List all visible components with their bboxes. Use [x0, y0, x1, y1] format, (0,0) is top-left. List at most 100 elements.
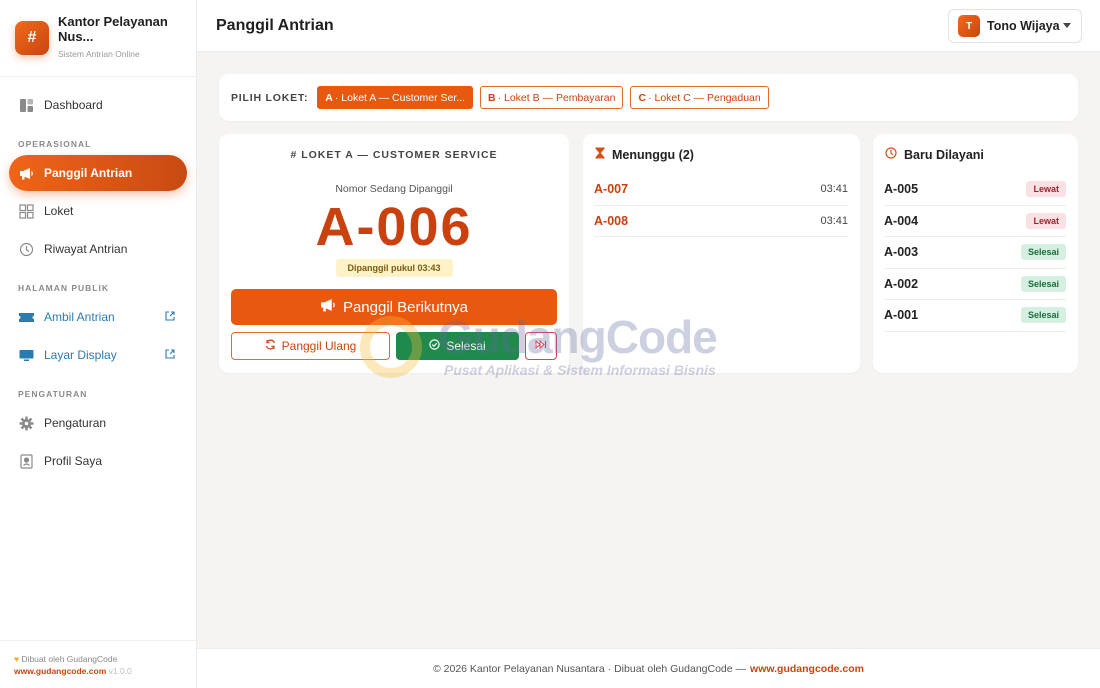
avatar: T	[958, 15, 980, 37]
ticket-code: A-002	[884, 276, 919, 291]
ticket-code: A-008	[594, 213, 629, 228]
topbar: Panggil Antrian T Tono Wijaya	[197, 0, 1100, 52]
brand-subtitle: Sistem Antrian Online	[58, 49, 140, 59]
ticket-time: 03:41	[820, 214, 848, 227]
ticket-code: A-001	[884, 308, 919, 323]
counter-chip-c[interactable]: C · Loket C — Pengaduan	[630, 86, 769, 109]
call-actions: Panggil Ulang Selesai	[231, 332, 557, 360]
sidebar-item-dashboard[interactable]: Dashboard	[9, 87, 187, 123]
dashboard-icon	[18, 97, 34, 113]
sidebar-item-label: Panggil Antrian	[44, 166, 133, 180]
brand-logo: #	[15, 21, 49, 55]
counter-heading: # LOKET A — CUSTOMER SERVICE	[290, 149, 498, 161]
counter-chip-b[interactable]: B · Loket B — Pembayaran	[480, 86, 624, 109]
ticket-icon	[18, 309, 34, 325]
ticket-code: A-004	[884, 213, 919, 228]
grid-icon	[18, 203, 34, 219]
done-button[interactable]: Selesai	[396, 332, 519, 360]
sidebar-nav: Dashboard OPERASIONAL Panggil Antrian Lo…	[0, 77, 196, 479]
counter-chip-label: · Loket C — Pengaduan	[648, 91, 761, 104]
status-badge: Lewat	[1026, 212, 1066, 229]
recall-label: Panggil Ulang	[281, 339, 357, 353]
hourglass-icon	[595, 147, 605, 162]
sidebar-footer-credit: Dibuat oleh GudangCode	[21, 654, 118, 664]
served-title-text: Baru Dilayani	[904, 147, 984, 162]
served-list: A-005 Lewat A-004 Lewat A-003 Selesai A-…	[884, 174, 1066, 332]
counter-chip-a[interactable]: A · Loket A — Customer Ser...	[317, 86, 473, 109]
list-item: A-001 Selesai	[884, 300, 1066, 332]
counter-chip-label: · Loket A — Customer Ser...	[334, 91, 465, 104]
counter-chip-code: A	[325, 91, 333, 104]
list-item: A-007 03:41	[594, 174, 848, 206]
status-badge: Selesai	[1020, 275, 1066, 292]
ticket-code: A-003	[884, 245, 919, 260]
clock-icon	[885, 147, 897, 162]
sidebar-item-label: Loket	[44, 204, 74, 218]
nav-section-publik: HALAMAN PUBLIK	[18, 283, 109, 293]
sidebar-item-label: Layar Display	[44, 348, 117, 362]
megaphone-icon	[18, 165, 34, 181]
history-icon	[18, 241, 34, 257]
list-item: A-004 Lewat	[884, 206, 1066, 237]
sidebar-item-label: Ambil Antrian	[44, 310, 115, 324]
counter-chip-label: · Loket B — Pembayaran	[497, 91, 616, 104]
sidebar: # Kantor Pelayanan Nus... Sistem Antrian…	[0, 0, 197, 688]
done-label: Selesai	[446, 339, 486, 353]
current-number-label: Nomor Sedang Dipanggil	[335, 183, 453, 195]
skip-button[interactable]	[525, 332, 557, 360]
list-item: A-003 Selesai	[884, 237, 1066, 269]
sidebar-item-riwayat[interactable]: Riwayat Antrian	[9, 231, 187, 267]
call-next-button[interactable]: Panggil Berikutnya	[231, 289, 557, 325]
footer-link[interactable]: www.gudangcode.com	[750, 663, 864, 675]
recall-button[interactable]: Panggil Ulang	[231, 332, 390, 360]
user-menu-button[interactable]: T Tono Wijaya	[948, 9, 1082, 43]
list-item: A-002 Selesai	[884, 269, 1066, 300]
sidebar-footer-link[interactable]: www.gudangcode.com	[14, 666, 106, 676]
check-circle-icon	[429, 339, 441, 353]
status-badge: Lewat	[1026, 181, 1066, 198]
waiting-panel: Menunggu (2) A-007 03:41 A-008 03:41	[583, 134, 860, 373]
waiting-list: A-007 03:41 A-008 03:41	[594, 174, 848, 237]
status-badge: Selesai	[1020, 307, 1066, 324]
status-badge: Selesai	[1020, 244, 1066, 261]
profile-icon	[18, 453, 34, 469]
list-item: A-005 Lewat	[884, 174, 1066, 206]
brand: # Kantor Pelayanan Nus... Sistem Antrian…	[0, 0, 196, 77]
nav-section-pengaturan: PENGATURAN	[18, 389, 88, 399]
sidebar-item-label: Pengaturan	[44, 416, 107, 430]
user-name: Tono Wijaya	[987, 19, 1060, 33]
sidebar-item-loket[interactable]: Loket	[9, 193, 187, 229]
sidebar-item-label: Dashboard	[44, 98, 103, 112]
app-version: v1.0.0	[108, 666, 132, 676]
sidebar-item-profil[interactable]: Profil Saya	[9, 443, 187, 479]
served-panel: Baru Dilayani A-005 Lewat A-004 Lewat A-…	[873, 134, 1078, 373]
gear-icon	[18, 415, 34, 431]
ticket-code: A-007	[594, 182, 629, 197]
footer-text: © 2026 Kantor Pelayanan Nusantara · Dibu…	[433, 662, 747, 675]
brand-title: Kantor Pelayanan Nus...	[58, 14, 168, 44]
sidebar-item-pengaturan[interactable]: Pengaturan	[9, 405, 187, 441]
call-panel: # LOKET A — CUSTOMER SERVICE Nomor Sedan…	[219, 134, 569, 373]
list-item: A-008 03:41	[594, 206, 848, 237]
chevron-down-icon	[1063, 23, 1071, 28]
current-number: A-006	[315, 197, 473, 257]
megaphone-icon	[320, 298, 336, 316]
page-footer: © 2026 Kantor Pelayanan Nusantara · Dibu…	[197, 648, 1100, 688]
counter-picker: PILIH LOKET: A · Loket A — Customer Ser..…	[219, 74, 1078, 121]
monitor-icon	[18, 347, 34, 363]
sidebar-item-ambil-antrian[interactable]: Ambil Antrian	[9, 299, 187, 335]
external-link-icon	[165, 310, 175, 324]
counter-picker-label: PILIH LOKET:	[231, 91, 309, 104]
sidebar-footer: ♥ Dibuat oleh GudangCode www.gudangcode.…	[0, 640, 196, 688]
refresh-icon	[265, 339, 276, 353]
sidebar-item-layar-display[interactable]: Layar Display	[9, 337, 187, 373]
sidebar-item-label: Profil Saya	[44, 454, 103, 468]
external-link-icon	[165, 348, 175, 362]
sidebar-item-label: Riwayat Antrian	[44, 242, 128, 256]
skip-icon	[535, 339, 547, 352]
sidebar-item-panggil-antrian[interactable]: Panggil Antrian	[9, 155, 187, 191]
ticket-code: A-005	[884, 182, 919, 197]
page-title: Panggil Antrian	[216, 17, 334, 34]
call-next-label: Panggil Berikutnya	[342, 298, 469, 316]
heart-icon: ♥	[14, 654, 20, 664]
